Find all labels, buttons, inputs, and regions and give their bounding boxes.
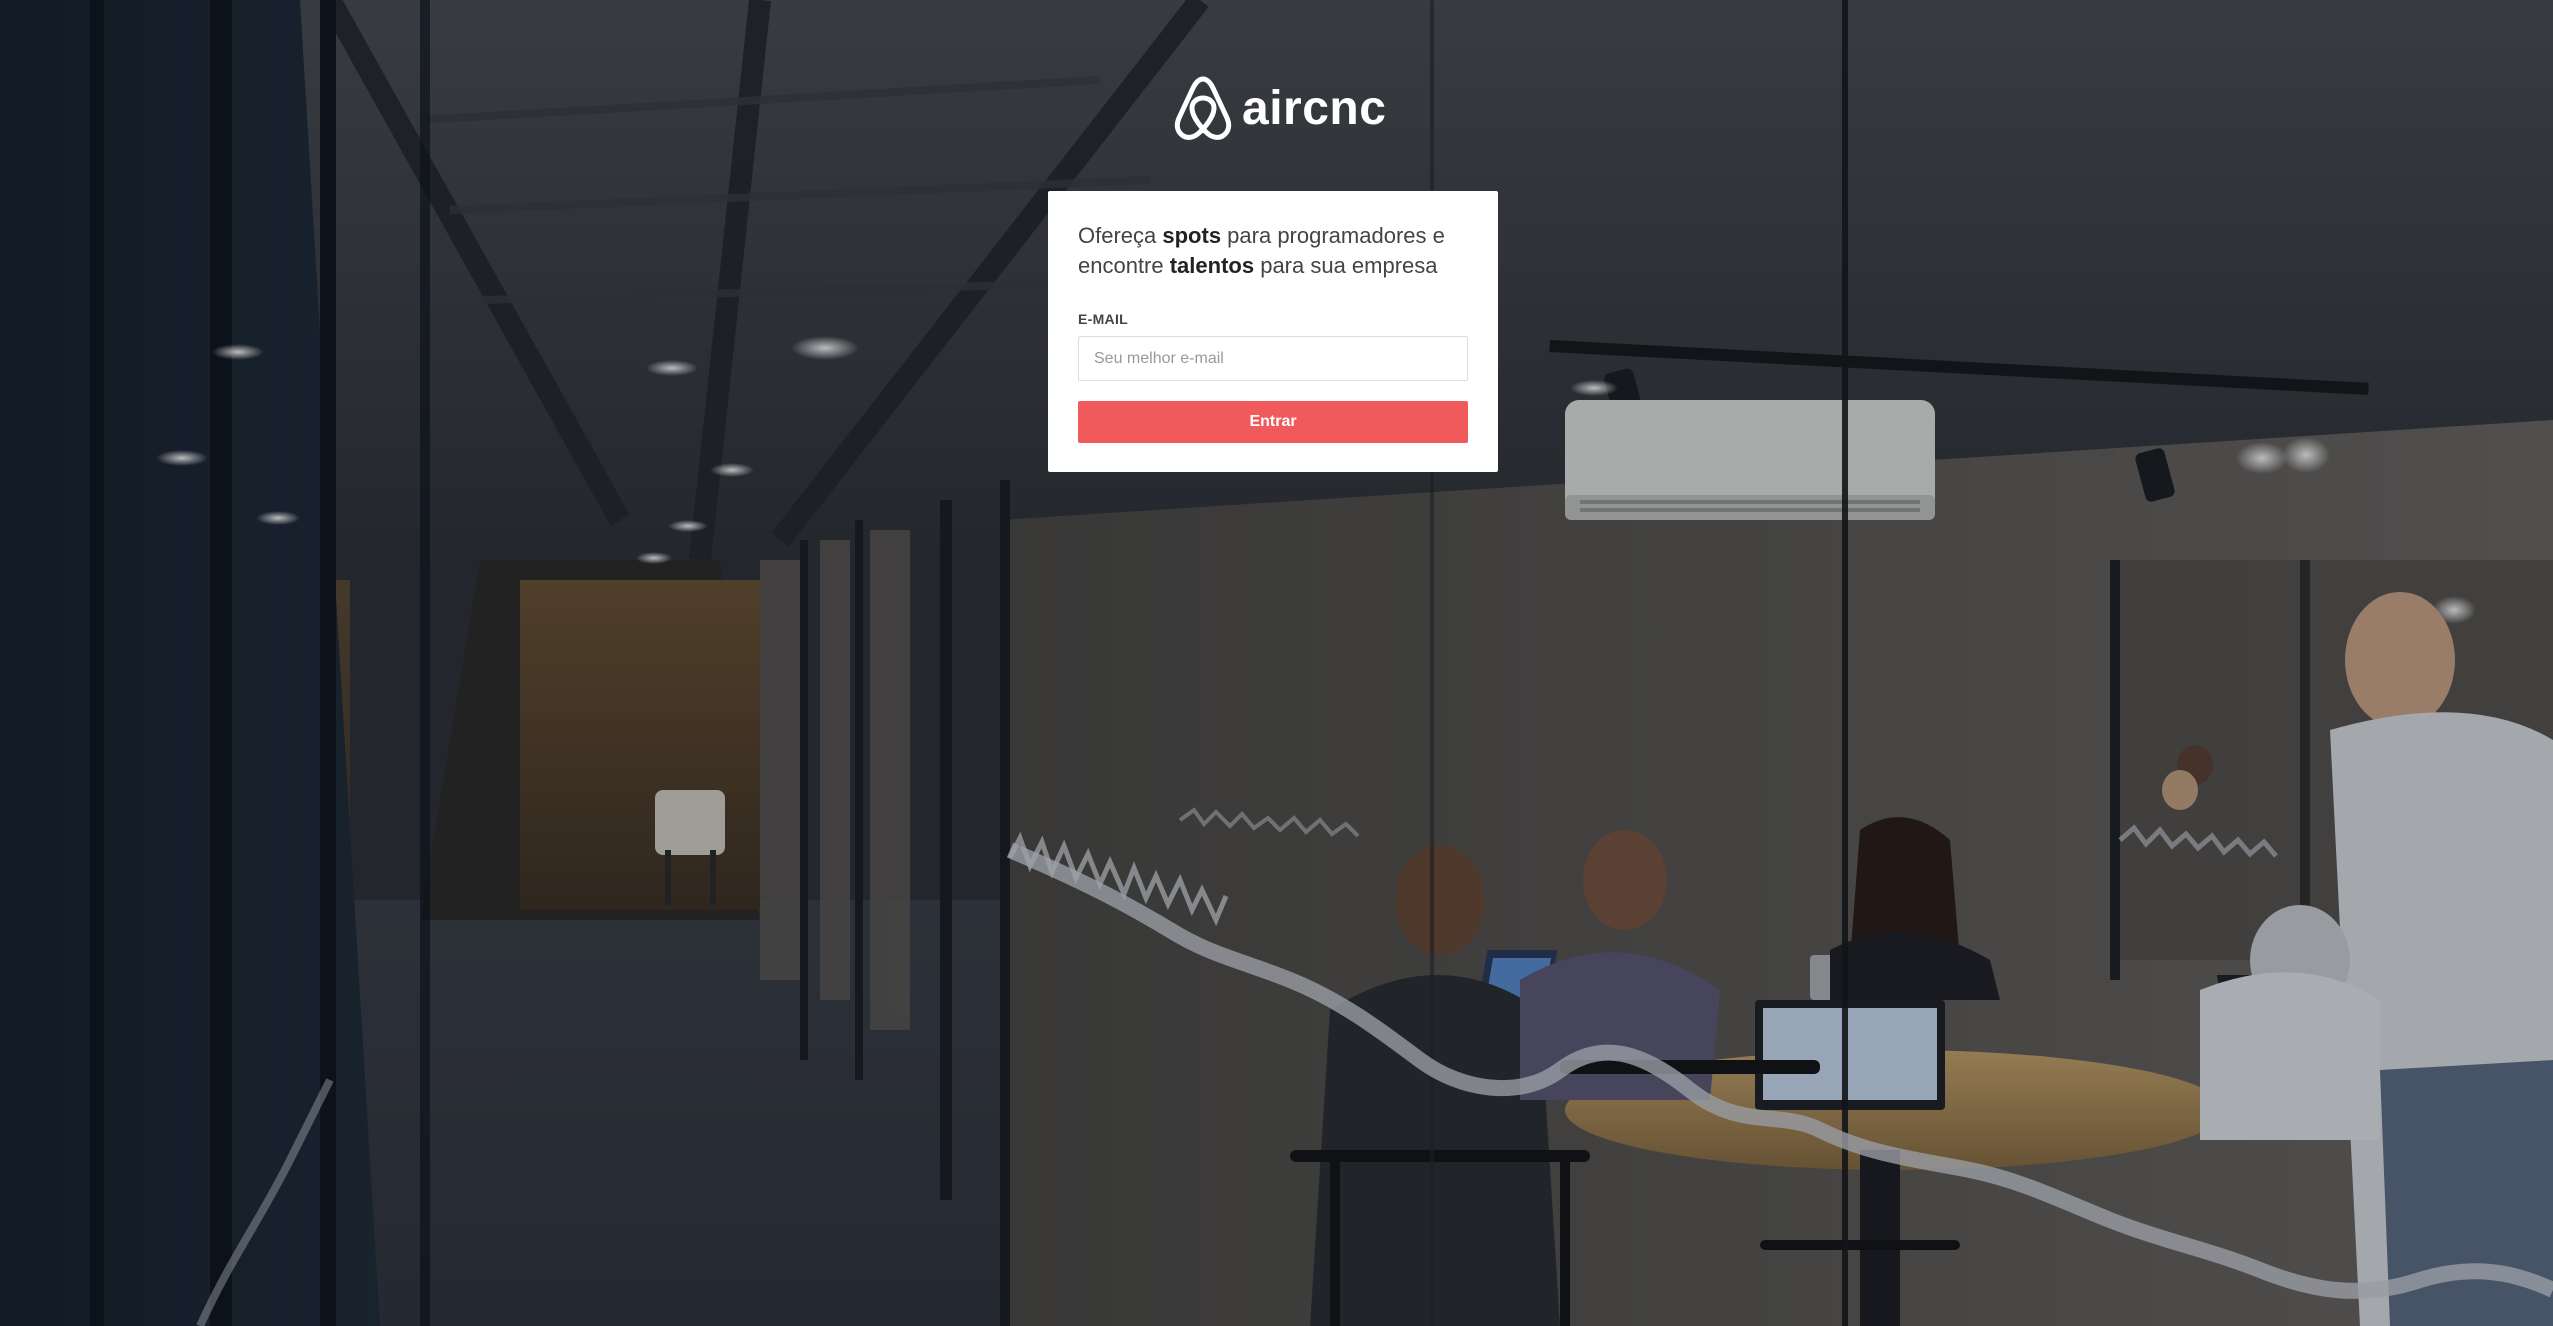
headline-text: Ofereça <box>1078 223 1163 248</box>
brand-logo: aircnc <box>1174 75 1386 143</box>
email-field[interactable] <box>1078 336 1468 381</box>
airbnb-belo-icon <box>1174 76 1232 140</box>
card-headline: Ofereça spots para programadores e encon… <box>1078 221 1468 281</box>
email-label: E-MAIL <box>1078 311 1129 327</box>
login-page: aircnc Ofereça spots para programadores … <box>0 0 2553 1326</box>
brand-name: aircnc <box>1242 82 1387 135</box>
headline-emphasis-spots: spots <box>1162 223 1222 248</box>
headline-text: para sua empresa <box>1254 253 1438 278</box>
login-button[interactable]: Entrar <box>1078 401 1468 443</box>
headline-emphasis-talentos: talentos <box>1169 253 1255 278</box>
login-card: Ofereça spots para programadores e encon… <box>1048 191 1498 472</box>
